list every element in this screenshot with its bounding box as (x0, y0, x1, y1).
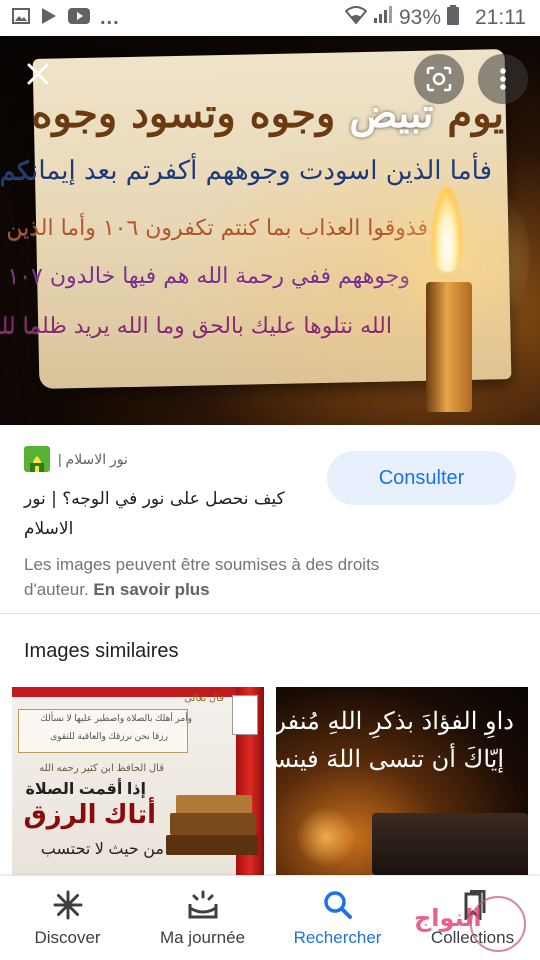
thumb1-header: قال تعالى (184, 693, 224, 704)
status-left: ... (12, 7, 120, 30)
learn-more-link[interactable]: En savoir plus (93, 580, 209, 599)
more-options-button[interactable] (478, 54, 528, 104)
thumb2-line-1: داوِ الفؤادَ بذكرِ اللهِ مُنفردًا (276, 707, 514, 735)
candle (426, 282, 472, 412)
thumb1-attribution: قال الحافظ ابن كثير رحمه الله (39, 763, 164, 774)
thumb1-end-line: من حيث لا تحتسب (40, 841, 164, 858)
play-store-icon (40, 7, 58, 30)
battery-percent: 93% (398, 6, 441, 29)
signal-icon (373, 6, 393, 30)
verse-line-3: فذوقوا العذاب بما كنتم تكفرون ١٠٦ وأما ا… (0, 216, 428, 241)
verse-line-1b: وجوه وتسود وجوه (31, 90, 350, 137)
nav-my-day-label: Ma journée (159, 928, 246, 947)
nav-my-day[interactable]: Ma journée (135, 876, 270, 960)
similar-images-heading: Images similaires (24, 640, 179, 662)
nav-discover[interactable]: Discover (0, 876, 135, 960)
divider (0, 613, 540, 614)
curtain-top (12, 687, 264, 697)
thumb2-line-2: إيّاكَ أن تنسى اللهَ فينساكَ (276, 745, 504, 773)
similar-image-2[interactable]: داوِ الفؤادَ بذكرِ اللهِ مُنفردًا إيّاكَ… (276, 687, 528, 875)
nav-search[interactable]: Rechercher (270, 876, 405, 960)
close-icon (27, 63, 49, 85)
book (170, 813, 256, 835)
clock: 21:11 (475, 6, 526, 29)
verse-line-4: وجوههم ففي رحمة الله هم فيها خالدون ١٠٧ … (0, 264, 410, 289)
nav-search-label: Rechercher (293, 928, 382, 947)
site-favicon-icon (24, 446, 50, 472)
more-notifications-indicator: ... (100, 6, 120, 29)
site-logo (232, 695, 258, 735)
source-row[interactable]: نور الاسلام | (24, 446, 128, 472)
thumb1-prayer-line: إذا أقمت الصلاة (25, 781, 146, 798)
book (176, 795, 252, 815)
search-icon (323, 891, 352, 919)
watermark-circle (470, 896, 526, 952)
youtube-icon (68, 7, 90, 29)
nav-discover-label: Discover (34, 928, 101, 947)
verse-line-5: الله نتلوها عليك بالحق وما الله يريد ظلم… (0, 314, 392, 339)
wifi-icon (344, 6, 368, 30)
status-right: 93% 21:11 (344, 5, 526, 31)
result-title-link[interactable]: كيف نحصل على نور في الوجه؟ | نور الاسلام (24, 484, 316, 544)
close-button[interactable] (18, 54, 58, 94)
thumb1-big-line: أتاك الرزق (23, 799, 156, 829)
thumb1-verse-b: رزقا نحن نرزقك والعاقبة للتقوى (50, 731, 168, 741)
quran-book-image (372, 813, 528, 875)
sunrise-inbox-icon (188, 890, 217, 919)
battery-icon (447, 5, 459, 31)
lens-icon (426, 66, 452, 92)
source-name: نور الاسلام | (58, 450, 128, 467)
lens-button[interactable] (414, 54, 464, 104)
image-viewer[interactable]: يوم تبيض وجوه وتسود وجوه فأما الذين اسود… (0, 36, 540, 425)
status-bar: ... 93% 21:11 (0, 0, 540, 36)
consult-button[interactable]: Consulter (327, 451, 516, 505)
thumb1-verse-a: وأمر أهلك بالصلاة واصطبر عليها لا نسألك (40, 713, 192, 723)
copyright-notice: Les images peuvent être soumises à des d… (24, 552, 444, 602)
site-watermark: النواج (408, 888, 532, 954)
book (166, 835, 258, 855)
similar-image-1[interactable]: قال تعالى وأمر أهلك بالصلاة واصطبر عليها… (12, 687, 264, 875)
bokeh-light (296, 807, 356, 867)
books-image (166, 795, 260, 855)
gallery-icon (12, 7, 30, 29)
more-vert-icon (500, 68, 506, 90)
asterisk-icon (53, 890, 82, 920)
